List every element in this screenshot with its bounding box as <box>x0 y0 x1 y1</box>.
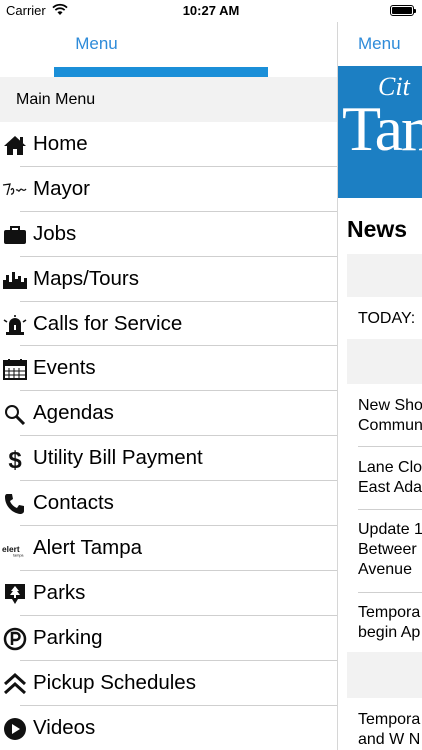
news-item-line: Betweer <box>358 541 417 558</box>
menu-item-videos[interactable]: Videos <box>0 706 337 750</box>
menu-item-contacts[interactable]: Contacts <box>0 481 337 527</box>
divider <box>358 592 422 593</box>
menu-item-agendas[interactable]: Agendas <box>0 391 337 437</box>
news-section-band <box>347 339 422 384</box>
home-icon <box>2 133 28 157</box>
magnifier-icon <box>2 402 28 426</box>
news-item-line: New Sho <box>358 397 422 414</box>
news-item[interactable]: Tempora begin Ap <box>358 603 420 643</box>
menu-item-alert-tampa[interactable]: elert tampa Alert Tampa <box>0 526 337 571</box>
menu-button[interactable]: Menu <box>358 34 401 54</box>
calendar-icon <box>2 357 28 381</box>
section-header-label: Main Menu <box>16 91 96 108</box>
menu-list: Home Mayor Jobs Maps/Tours Calls for Ser… <box>0 122 337 750</box>
news-header-band <box>347 254 422 297</box>
double-chevron-up-icon <box>2 672 28 696</box>
news-item-line: Tempora <box>358 604 421 621</box>
news-item-line: Lane Clo <box>358 459 422 476</box>
park-sign-icon <box>2 582 28 606</box>
play-icon <box>2 717 28 741</box>
svg-text:elert: elert <box>2 544 20 554</box>
menu-item-home[interactable]: Home <box>0 122 337 167</box>
mayor-signature-icon <box>2 178 28 202</box>
news-item-line: Avenue <box>358 561 412 578</box>
news-item[interactable]: Lane Clo East Ada <box>358 458 422 498</box>
menu-item-label: Home <box>33 132 88 155</box>
phone-icon <box>2 492 28 516</box>
side-drawer: Menu Main Menu Home Mayor Jobs Maps/Tour… <box>0 22 338 750</box>
drawer-title: Menu <box>75 34 118 53</box>
news-item-line: Update 1 <box>358 521 422 538</box>
news-item-line: Commun <box>358 417 422 434</box>
menu-item-label: Parking <box>33 625 103 649</box>
menu-item-label: Utility Bill Payment <box>33 446 203 470</box>
drawer-nav-bar: Menu <box>0 22 337 77</box>
battery-icon <box>390 5 416 16</box>
menu-item-label: Jobs <box>33 221 77 245</box>
menu-item-label: Events <box>33 356 96 380</box>
menu-item-label: Parks <box>33 580 86 604</box>
alert-tampa-logo-icon: elert tampa <box>2 537 28 561</box>
news-item-line: Tempora <box>358 711 421 728</box>
menu-item-utility-bill-payment[interactable]: $ Utility Bill Payment <box>0 436 337 482</box>
menu-item-jobs[interactable]: Jobs <box>0 212 337 257</box>
clock: 10:27 AM <box>182 3 240 18</box>
siren-icon <box>2 313 28 337</box>
status-bar: Carrier 10:27 AM <box>0 0 422 22</box>
menu-item-label: Contacts <box>33 491 114 515</box>
news-heading: News <box>347 216 408 242</box>
menu-item-maps-tours[interactable]: Maps/Tours <box>0 257 337 302</box>
skyline-icon <box>2 268 28 292</box>
briefcase-icon <box>2 223 28 247</box>
svg-text:tampa: tampa <box>13 553 24 557</box>
drawer-title-underline <box>54 67 268 77</box>
dollar-icon: $ <box>2 447 28 471</box>
menu-item-label: Mayor <box>33 176 90 200</box>
parking-icon <box>2 627 28 651</box>
menu-item-label: Maps/Tours <box>33 266 139 290</box>
menu-item-calls-for-service[interactable]: Calls for Service <box>0 302 337 347</box>
menu-item-events[interactable]: Events <box>0 346 337 392</box>
news-section-band <box>347 652 422 698</box>
section-header: Main Menu <box>0 77 337 122</box>
content-nav-bar: Menu <box>338 22 422 66</box>
today-label: TODAY: <box>358 310 416 327</box>
menu-item-label: Calls for Service <box>33 311 183 335</box>
news-item-line: and W N <box>358 731 421 748</box>
news-item[interactable]: New Sho Commun <box>358 396 422 436</box>
city-banner: Cit Tam <box>338 66 422 198</box>
menu-item-label: Pickup Schedules <box>33 670 196 694</box>
divider <box>358 446 422 447</box>
menu-item-pickup-schedules[interactable]: Pickup Schedules <box>0 661 337 706</box>
news-item[interactable]: Tempora and W N <box>358 710 420 750</box>
menu-item-mayor[interactable]: Mayor <box>0 167 337 212</box>
main-content: Menu Cit Tam News TODAY: New Sho Commun … <box>338 22 422 750</box>
banner-tampa-text: Tam <box>342 93 422 164</box>
menu-item-parking[interactable]: Parking <box>0 616 337 661</box>
menu-item-label: Alert Tampa <box>33 536 143 560</box>
news-item-line: begin Ap <box>358 624 421 641</box>
news-item[interactable]: Update 1 Betweer Avenue <box>358 520 422 580</box>
news-item-line: East Ada <box>358 479 422 496</box>
menu-item-label: Agendas <box>33 401 114 425</box>
menu-item-parks[interactable]: Parks <box>0 571 337 616</box>
menu-item-label: Videos <box>33 715 96 739</box>
divider <box>358 509 422 510</box>
svg-text:$: $ <box>8 447 22 471</box>
